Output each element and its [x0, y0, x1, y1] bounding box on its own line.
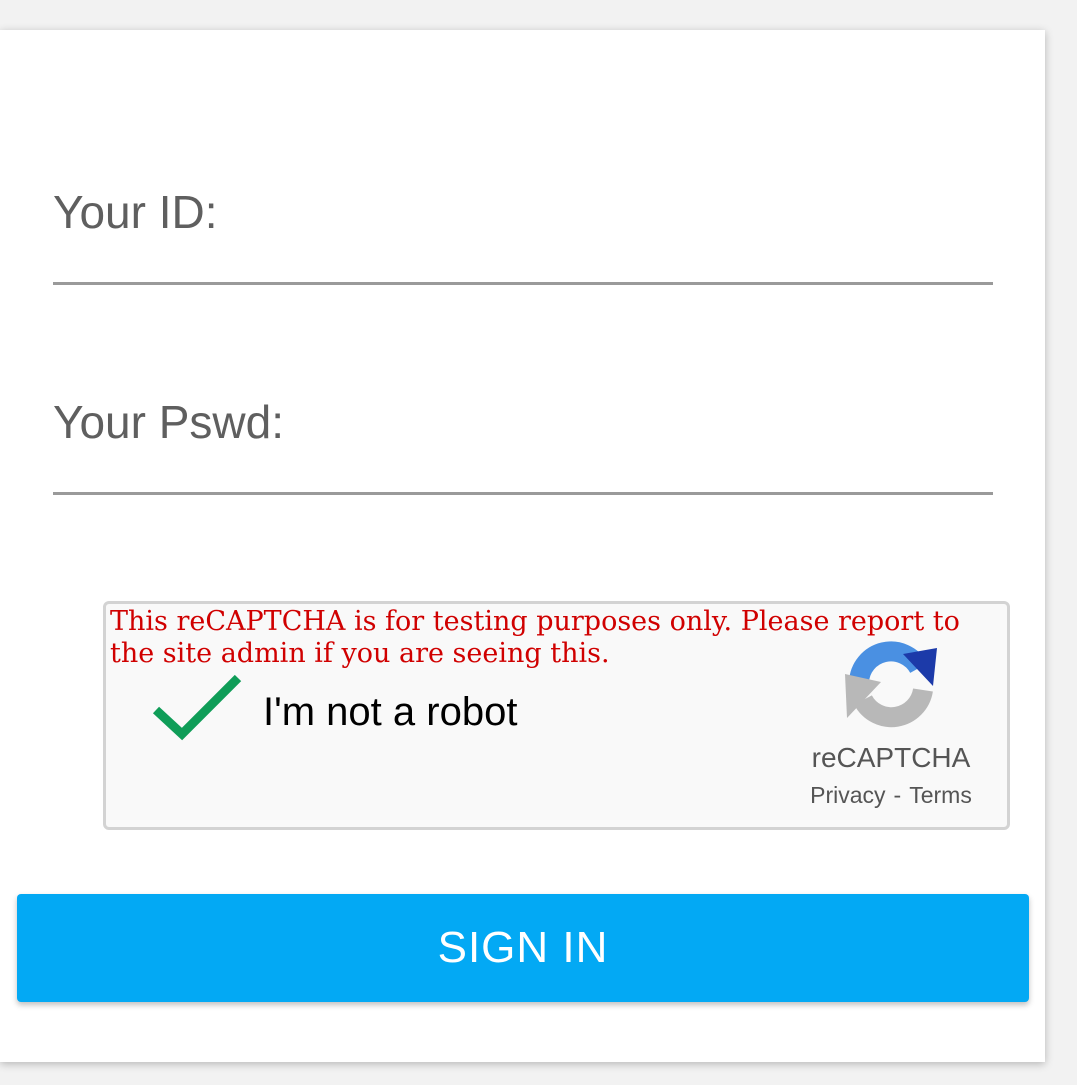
password-field-label: Your Pswd: — [53, 396, 284, 448]
privacy-link[interactable]: Privacy — [810, 782, 885, 808]
recaptcha-brand: reCAPTCHA — [811, 742, 971, 773]
recaptcha-widget: This reCAPTCHA is for testing purposes o… — [103, 601, 1010, 830]
link-separator: - — [893, 782, 902, 808]
password-input[interactable] — [53, 450, 997, 492]
checkmark-icon — [152, 674, 242, 741]
sign-in-button[interactable]: SIGN IN — [17, 894, 1029, 1002]
recaptcha-checkbox-label: I'm not a robot — [263, 690, 518, 734]
recaptcha-logo-icon — [841, 634, 941, 734]
id-field-label: Your ID: — [53, 186, 218, 238]
recaptcha-checkbox[interactable] — [152, 672, 244, 742]
login-card: Your ID: Your Pswd: This reCAPTCHA is fo… — [0, 30, 1045, 1062]
password-field[interactable]: Your Pswd: — [53, 395, 997, 495]
id-field[interactable]: Your ID: — [53, 185, 997, 285]
id-input[interactable] — [53, 240, 997, 282]
recaptcha-links: Privacy - Terms — [786, 782, 996, 809]
terms-link[interactable]: Terms — [909, 782, 972, 808]
